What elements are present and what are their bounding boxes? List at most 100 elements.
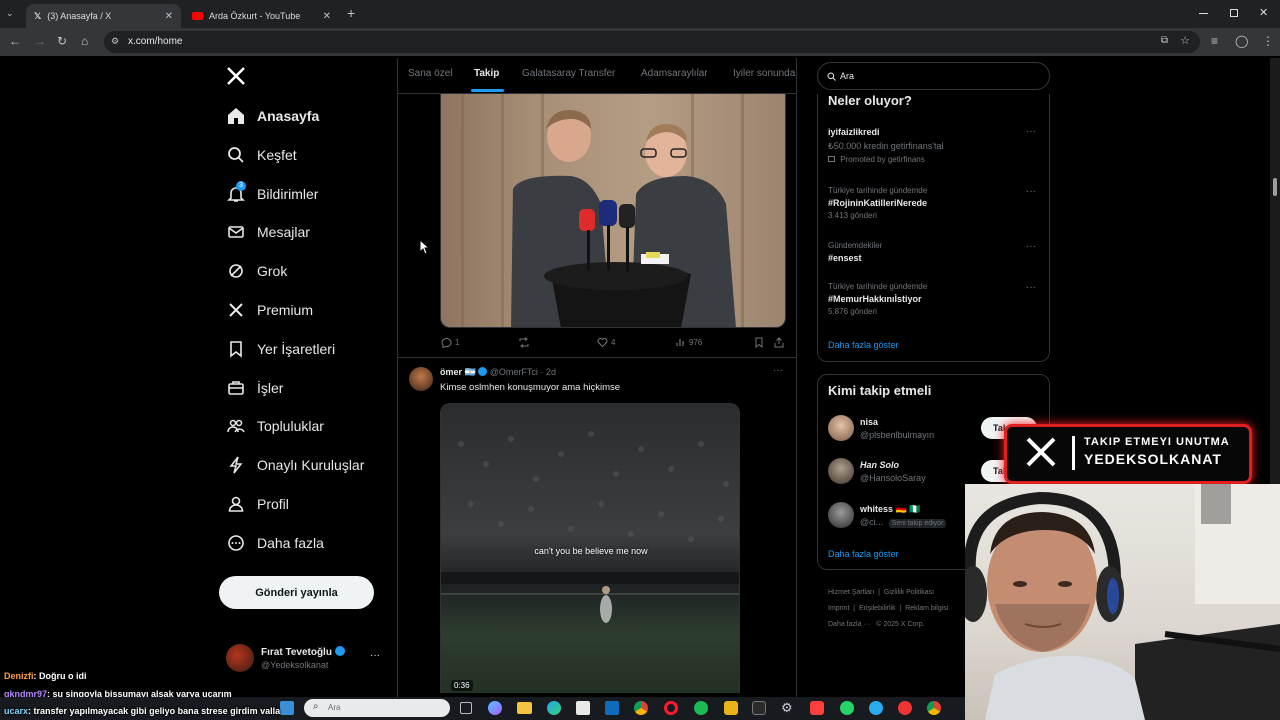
home-browser-icon[interactable]: ⌂ [81, 34, 88, 48]
share-icon [774, 337, 784, 348]
scrollbar-thumb[interactable] [1273, 178, 1277, 196]
bookmark-post-button[interactable] [754, 337, 764, 348]
footer-link[interactable]: Daha fazla ··· [828, 621, 870, 628]
trend-item[interactable]: Gündemdekiler #ensest [828, 241, 1038, 263]
app-icon[interactable] [810, 701, 824, 715]
settings-icon[interactable]: ⚙ [781, 700, 793, 716]
reload-icon[interactable]: ↻ [57, 34, 67, 48]
post-more-icon[interactable]: ··· [773, 365, 783, 376]
who-show-more[interactable]: Daha fazla göster [828, 549, 899, 559]
promoted-trend[interactable]: iyifaizlikredi ₺50.000 kredin getirfinan… [828, 127, 1038, 164]
trend-more-icon[interactable]: ··· [1026, 282, 1036, 293]
reply-button[interactable]: 1 [441, 337, 459, 348]
opera-icon[interactable] [664, 701, 678, 715]
footer-link[interactable]: Hizmet Şartları [828, 589, 874, 596]
trend-more-icon[interactable]: ··· [1026, 186, 1036, 197]
trend-more-icon[interactable]: ··· [1026, 126, 1036, 137]
address-bar[interactable]: ⚙ x.com/home ⧉ ☆ [104, 31, 1200, 53]
spotify-icon[interactable] [694, 701, 708, 715]
chat-username: Denizfi [4, 671, 34, 681]
menu-icon[interactable]: ⋮ [1262, 34, 1274, 48]
install-icon[interactable]: ⧉ [1161, 35, 1168, 46]
footer-link[interactable]: Gizlilik Politikası [884, 589, 934, 596]
app-icon[interactable] [898, 701, 912, 715]
account-more-icon[interactable]: ··· [370, 650, 380, 661]
telegram-icon[interactable] [869, 701, 883, 715]
footer-link[interactable]: Erişilebilirlik [859, 605, 896, 612]
media-icon[interactable]: ≡ [1211, 34, 1218, 48]
post-image[interactable] [440, 94, 786, 328]
post-handle[interactable]: @OmerFTci [490, 367, 538, 377]
tab-youtube[interactable]: Arda Özkurt - YouTube ✕ [184, 4, 339, 28]
nav-profile[interactable]: Profil [226, 492, 289, 516]
tab-following[interactable]: Takip [474, 68, 499, 79]
tab-adamsaraylilar[interactable]: Adamsaraylılar [641, 68, 708, 79]
account-switcher[interactable]: Fırat Tevetoğlu @Yedeksolkanat ··· [226, 644, 386, 676]
nav-notifications[interactable]: 3 Bildirimler [226, 181, 318, 206]
bookmark-star-icon[interactable]: ☆ [1180, 34, 1190, 47]
copilot-icon[interactable] [488, 701, 502, 715]
app-icon[interactable] [752, 701, 766, 715]
like-button[interactable]: 4 [597, 337, 615, 348]
nav-premium[interactable]: Premium [226, 298, 313, 322]
post-author[interactable]: ömer [440, 367, 462, 377]
trend-item[interactable]: Türkiye tarihinde gündemde #MemurHakkını… [828, 282, 1038, 316]
briefcase-icon [226, 378, 246, 398]
post-video[interactable]: can't you be believe me now 0:36 [440, 403, 740, 693]
outlook-icon[interactable] [605, 701, 619, 715]
profile-icon[interactable]: ◯ [1235, 34, 1248, 48]
repost-icon [519, 337, 529, 348]
edge-icon[interactable] [547, 701, 561, 715]
restore-icon[interactable] [1230, 9, 1238, 17]
repost-button[interactable] [518, 337, 530, 348]
close-tab-icon[interactable]: ✕ [323, 11, 331, 22]
trend-more-icon[interactable]: ··· [1026, 241, 1036, 252]
nav-communities[interactable]: Topluluklar [226, 414, 324, 438]
task-view-icon[interactable] [460, 702, 472, 714]
new-tab-button[interactable]: + [347, 5, 355, 21]
close-tab-icon[interactable]: ✕ [165, 11, 173, 22]
chat-text: : transfer yapılmayacak gibi geliyo bana… [28, 706, 281, 716]
chrome-icon[interactable] [634, 701, 648, 715]
store-icon[interactable] [576, 701, 590, 715]
suggested-handle: @HansoloSaray [860, 473, 926, 483]
account-handle: @Yedeksolkanat [261, 660, 329, 670]
tab-galatasaray-transfer[interactable]: Galatasaray Transfer [522, 68, 615, 79]
nav-more[interactable]: Daha fazla [226, 531, 324, 555]
explorer-icon[interactable] [517, 702, 532, 714]
site-info-icon[interactable]: ⚙ [111, 36, 119, 47]
x-logo[interactable] [226, 66, 246, 86]
search-input[interactable]: Ara [817, 62, 1050, 90]
trend-item[interactable]: Türkiye tarihinde gündemde #RojininKatil… [828, 186, 1038, 220]
nav-grok[interactable]: Grok [226, 259, 287, 283]
nav-verified-orgs[interactable]: Onaylı Kuruluşlar [226, 453, 364, 477]
app-icon[interactable] [724, 701, 738, 715]
trends-show-more[interactable]: Daha fazla göster [828, 340, 899, 350]
post-avatar[interactable] [409, 367, 433, 391]
nav-home[interactable]: Anasayfa [226, 104, 319, 128]
post-time[interactable]: · 2d [540, 367, 556, 377]
back-icon[interactable]: ← [9, 34, 21, 48]
taskbar-search-input[interactable]: ⌕ Ara [304, 699, 450, 717]
tab-iyiler-sonunda[interactable]: İyiler sonunda [733, 68, 796, 79]
whatsapp-icon[interactable] [840, 701, 854, 715]
share-button[interactable] [774, 337, 784, 348]
nav-bookmarks[interactable]: Yer İşaretleri [226, 337, 335, 361]
close-window-icon[interactable]: ✕ [1259, 6, 1268, 19]
nav-explore[interactable]: Keşfet [226, 143, 297, 167]
tab-x-home[interactable]: 𝕏 (3) Anasayfa / X ✕ [26, 4, 181, 28]
forward-icon[interactable]: → [34, 34, 46, 48]
like-count: 4 [611, 338, 616, 347]
chrome-icon[interactable] [927, 701, 941, 715]
views-button[interactable]: 976 [676, 337, 702, 347]
widgets-icon[interactable] [280, 701, 294, 715]
tab-search-icon[interactable]: ⌄ [6, 8, 20, 20]
footer-link[interactable]: Imprint [828, 605, 849, 612]
post-text: Kimse oslmhen konuşmuyor ama hiçkimse [440, 382, 621, 393]
footer-link[interactable]: Reklam bilgisi [905, 605, 948, 612]
tab-for-you[interactable]: Sana özel [408, 68, 452, 79]
post-button[interactable]: Gönderi yayınla [219, 576, 374, 609]
nav-jobs[interactable]: İşler [226, 376, 283, 400]
minimize-icon[interactable] [1199, 13, 1208, 14]
nav-messages[interactable]: Mesajlar [226, 220, 310, 244]
